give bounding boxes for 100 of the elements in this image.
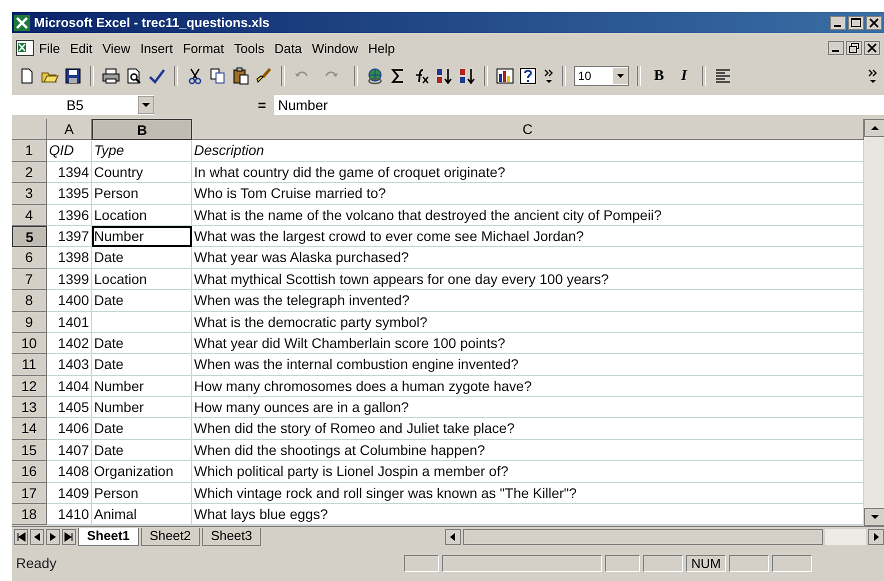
menu-item[interactable]: Data [269, 38, 307, 58]
row-header[interactable]: 2 [12, 162, 47, 184]
formula-field[interactable]: Number [274, 95, 884, 115]
copy-icon[interactable] [209, 67, 227, 85]
close-icon[interactable] [864, 41, 880, 55]
table-cell: Who is Tom Cruise married to? [192, 183, 864, 205]
status-indicator: NUM [686, 554, 726, 572]
table-cell: Date [92, 440, 192, 462]
row-header[interactable]: 14 [12, 418, 47, 440]
row-header[interactable]: 10 [12, 332, 47, 354]
row-header[interactable]: 17 [12, 482, 47, 504]
table-cell: 1406 [47, 418, 92, 440]
sheet-tab[interactable]: Sheet3 [202, 528, 262, 546]
excel-logo-icon [14, 14, 30, 30]
table-cell: 1402 [47, 332, 92, 354]
paste-icon[interactable] [232, 67, 250, 85]
bold-button[interactable]: B [649, 68, 669, 84]
close-icon[interactable] [866, 16, 882, 30]
table-cell: 1405 [47, 397, 92, 418]
table-cell: When did the story of Romeo and Juliet take place? [192, 418, 864, 440]
scroll-down-icon[interactable] [864, 508, 884, 526]
menu-item[interactable]: Edit [64, 38, 98, 58]
table-cell: What lays blue eggs? [192, 504, 864, 526]
row-header[interactable]: 12 [12, 376, 47, 398]
table-cell: Country [92, 162, 192, 184]
maximize-icon[interactable] [848, 16, 864, 30]
table-cell: Person [92, 183, 192, 205]
equals-sign: = [256, 97, 267, 113]
table-cell: What year was Alaska purchased? [192, 247, 864, 269]
row-header[interactable]: 3 [12, 183, 47, 205]
first-sheet-icon[interactable] [14, 529, 28, 545]
row-header[interactable]: 6 [12, 247, 47, 269]
scroll-left-icon[interactable] [445, 529, 462, 545]
status-panel [605, 554, 640, 572]
help-icon[interactable] [519, 67, 537, 85]
table-cell: What is the name of the volcano that destroyed the ancient city of Pompeii? [192, 204, 864, 226]
table-cell: What was the largest crowd to ever come see Michael Jordan? [192, 226, 864, 248]
scissors-icon[interactable] [186, 67, 204, 85]
status-panel [772, 554, 812, 572]
scrollbar-thumb[interactable] [463, 529, 824, 545]
table-cell: 1403 [47, 354, 92, 376]
table-cell: Date [92, 290, 192, 312]
scroll-right-icon[interactable] [868, 529, 884, 545]
row-header[interactable]: 15 [12, 440, 47, 462]
menu-item[interactable]: Tools [229, 38, 270, 58]
table-cell: How many chromosomes does a human zygote have? [192, 376, 864, 398]
row-header[interactable]: 16 [12, 461, 47, 483]
sheet-tab[interactable]: Sheet1 [78, 528, 139, 546]
row-header[interactable]: 9 [12, 312, 47, 333]
menu-item[interactable]: Insert [135, 38, 178, 58]
table-cell: Organization [92, 461, 192, 483]
select-all-corner[interactable] [12, 119, 47, 140]
column-header[interactable]: A [47, 119, 92, 140]
row-header[interactable]: 5 [12, 226, 47, 248]
menu-item[interactable]: Help [363, 38, 400, 58]
menu-item[interactable]: Format [178, 38, 229, 58]
menu-item[interactable]: Window [306, 38, 364, 58]
menu-item[interactable]: File [34, 38, 65, 58]
italic-button[interactable]: I [674, 68, 694, 84]
row-header[interactable]: 11 [12, 354, 47, 376]
last-sheet-icon[interactable] [62, 529, 76, 545]
spelling-check-icon[interactable] [148, 67, 166, 85]
save-icon[interactable] [64, 67, 82, 85]
status-panel [404, 554, 439, 572]
table-cell: Animal [92, 504, 192, 526]
sheet-tab[interactable]: Sheet2 [140, 528, 200, 546]
overflow-chevron-icon[interactable] [866, 67, 878, 85]
scroll-up-icon[interactable] [864, 119, 884, 137]
name-box[interactable]: B5 [12, 95, 154, 115]
table-cell: Type [92, 140, 192, 162]
table-cell: QID [47, 140, 92, 162]
sort-ascending-icon[interactable] [435, 67, 453, 85]
minimize-icon[interactable] [830, 16, 846, 30]
column-header[interactable]: B [92, 119, 192, 140]
printer-icon[interactable] [102, 67, 120, 85]
font-size-dropdown[interactable]: 10 [574, 66, 629, 86]
align-left-icon[interactable] [714, 67, 732, 85]
restore-icon[interactable] [846, 41, 862, 55]
overflow-chevron-icon[interactable] [542, 67, 554, 85]
print-preview-icon[interactable] [125, 67, 143, 85]
sort-descending-icon[interactable] [458, 67, 476, 85]
paintbrush-icon[interactable] [255, 67, 273, 85]
table-cell: Date [92, 247, 192, 269]
row-header[interactable]: 8 [12, 290, 47, 312]
row-header[interactable]: 13 [12, 397, 47, 418]
row-header[interactable]: 7 [12, 268, 47, 290]
bar-chart-icon[interactable] [496, 67, 514, 85]
menu-item[interactable]: View [97, 38, 136, 58]
dropdown-arrow-icon[interactable] [138, 96, 154, 114]
table-cell: 1394 [47, 162, 92, 184]
row-header[interactable]: 18 [12, 504, 47, 526]
row-header[interactable]: 4 [12, 204, 47, 226]
table-cell: Date [92, 332, 192, 354]
next-sheet-icon[interactable] [46, 529, 60, 545]
row-header[interactable]: 1 [12, 140, 47, 162]
table-cell: In what country did the game of croquet originate? [192, 162, 864, 184]
minimize-icon[interactable] [828, 41, 844, 55]
globe-icon[interactable] [366, 67, 384, 85]
previous-sheet-icon[interactable] [30, 529, 44, 545]
table-cell: What is the democratic party symbol? [192, 312, 864, 333]
